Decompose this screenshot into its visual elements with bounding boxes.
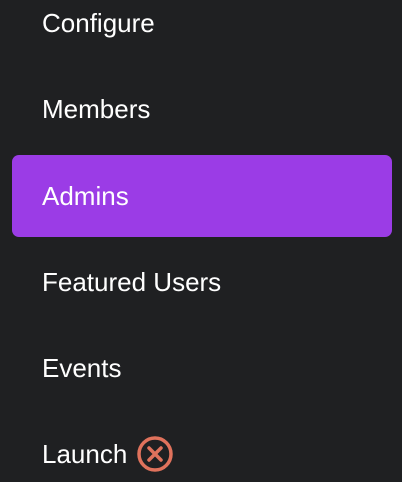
close-circle-icon <box>136 435 174 473</box>
sidebar-item-label: Configure <box>42 7 155 38</box>
sidebar-item-label: Events <box>42 352 122 383</box>
settings-menu: Configure Members Admins Featured Users … <box>0 0 402 482</box>
sidebar-item-label: Admins <box>42 180 129 211</box>
sidebar-item-featured-users[interactable]: Featured Users <box>12 241 392 323</box>
sidebar-item-admins[interactable]: Admins <box>12 155 392 237</box>
sidebar-item-configure[interactable]: Configure <box>12 0 392 64</box>
sidebar-item-launch[interactable]: Launch <box>12 413 392 482</box>
sidebar-item-events[interactable]: Events <box>12 327 392 409</box>
sidebar-item-label: Featured Users <box>42 266 222 297</box>
sidebar-item-label: Launch <box>42 438 128 469</box>
sidebar-item-members[interactable]: Members <box>12 68 392 150</box>
sidebar-item-label: Members <box>42 93 151 124</box>
